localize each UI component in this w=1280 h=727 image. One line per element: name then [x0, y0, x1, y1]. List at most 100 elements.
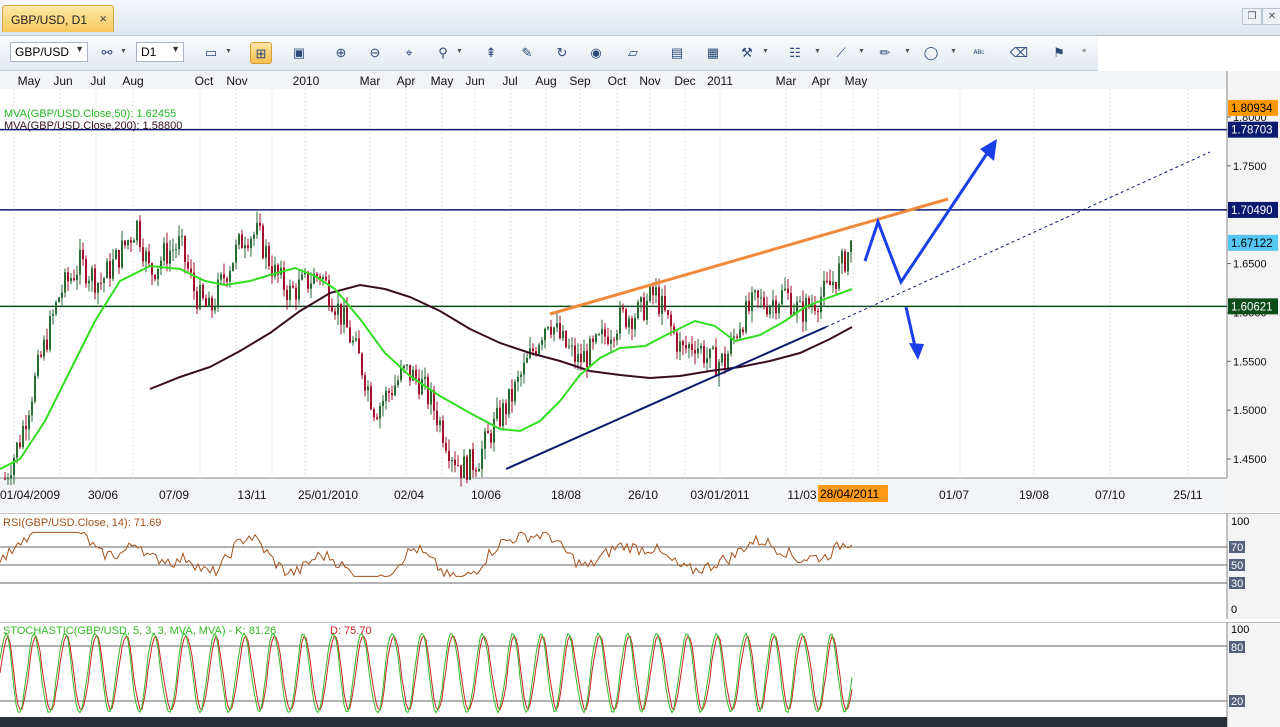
pen-icon[interactable]: ✏ — [874, 42, 896, 64]
candle-body — [292, 285, 294, 288]
candle-body — [463, 456, 465, 478]
tools-icon[interactable]: ⚒ — [736, 42, 758, 64]
image-icon[interactable]: ▤ — [666, 42, 688, 64]
timeframe-select[interactable]: D1 ▼ — [136, 42, 184, 62]
candle-body — [310, 283, 312, 289]
candle-body — [775, 300, 777, 314]
candle-body — [343, 307, 345, 325]
candle-chart-icon[interactable]: ▣ — [288, 42, 310, 64]
candle-body — [559, 323, 561, 339]
candle-body — [616, 333, 618, 341]
candle-body — [400, 368, 402, 381]
toolbar-overflow-icon[interactable]: ≡ — [1082, 48, 1086, 55]
candle-body — [652, 287, 654, 296]
rsi-tick-0: 0 — [1231, 604, 1237, 616]
candle-body — [550, 326, 552, 335]
candle-body — [115, 249, 117, 260]
text-abc-icon[interactable]: ᴬᴮᶜ — [968, 42, 990, 64]
candle-body — [442, 420, 444, 443]
candle-body — [562, 330, 564, 339]
candle-body — [445, 442, 447, 451]
candle-body — [250, 238, 252, 249]
chevron-down-icon[interactable]: ▼ — [762, 48, 769, 55]
chevron-down-icon[interactable]: ▼ — [456, 48, 463, 55]
candle-body — [553, 327, 555, 335]
candle-body — [832, 282, 834, 286]
symbol-select[interactable]: GBP/USD ▼ — [10, 42, 88, 62]
ma50-legend: MVA(GBP/USD.Close,50): 1.62455 — [4, 108, 176, 120]
globe-icon[interactable]: ◉ — [585, 42, 607, 64]
period-separator-icon[interactable]: ⇞ — [480, 42, 502, 64]
candle-body — [709, 348, 711, 359]
candle-body — [457, 464, 459, 466]
zoom-in-icon[interactable]: ⊕ — [330, 42, 352, 64]
candle-body — [91, 268, 93, 281]
candle-body — [847, 252, 849, 272]
stochastic-panel[interactable]: STOCHASTIC(GBP/USD, 5, 3, 3, MVA, MVA) -… — [0, 622, 1280, 727]
candle-body — [700, 345, 702, 349]
candle-body — [634, 317, 636, 330]
bar-chart-icon[interactable]: ⊞ — [250, 42, 272, 64]
candle-body — [52, 313, 54, 316]
candle-body — [826, 280, 828, 282]
refresh-icon[interactable]: ↻ — [551, 42, 573, 64]
candle-body — [355, 338, 357, 341]
bottom-axis-label: 07/10 — [1095, 488, 1125, 502]
line-tool-icon[interactable]: ⟋ — [830, 42, 852, 64]
candle-body — [37, 354, 39, 376]
candle-body — [334, 311, 336, 315]
candle-body — [568, 346, 570, 348]
candle-body — [565, 330, 567, 348]
restore-window-icon[interactable]: ❐ — [1242, 8, 1262, 25]
candle-body — [685, 345, 687, 349]
candle-body — [178, 236, 180, 250]
candle-body — [505, 403, 507, 415]
ruler-icon[interactable]: ▱ — [622, 42, 644, 64]
candle-body — [364, 375, 366, 391]
tab-bar: GBP/USD, D1 × ❐ ✕ — [0, 0, 1280, 36]
current-date-label: 28/04/2011 — [820, 487, 879, 501]
candle-body — [64, 272, 66, 293]
chart-style-icon[interactable]: ▭ — [200, 42, 222, 64]
candle-body — [370, 386, 372, 410]
chevron-down-icon[interactable]: ▼ — [120, 48, 127, 55]
close-window-icon[interactable]: ✕ — [1262, 8, 1280, 25]
candle-body — [109, 261, 111, 279]
price-chart[interactable]: May Jun Jul Aug Oct Nov 2010 Mar Apr May Jun Jul Aug… — [0, 71, 1280, 512]
indicators-icon[interactable]: ☷ — [784, 42, 806, 64]
candle-body — [736, 336, 738, 338]
candle-body — [571, 345, 573, 347]
objects-list-icon[interactable]: ⚑ — [1048, 42, 1070, 64]
template-icon[interactable]: ▦ — [702, 42, 724, 64]
candle-body — [574, 345, 576, 362]
ellipse-icon[interactable]: ◯ — [920, 42, 942, 64]
crosshair-icon[interactable]: ⌖ — [398, 42, 420, 64]
eraser-icon[interactable]: ⌫ — [1008, 42, 1030, 64]
chevron-down-icon[interactable]: ▼ — [858, 48, 865, 55]
candle-body — [187, 262, 189, 269]
chevron-down-icon[interactable]: ▼ — [225, 48, 232, 55]
rsi-panel[interactable]: RSI(GBP/USD.Close, 14): 71.69 100 70 50 … — [0, 513, 1280, 619]
chevron-down-icon[interactable]: ▼ — [904, 48, 911, 55]
close-tab-icon[interactable]: × — [99, 11, 107, 26]
candle-body — [409, 364, 411, 381]
candle-body — [712, 347, 714, 349]
candle-body — [166, 243, 168, 264]
candle-body — [586, 351, 588, 367]
chart-tab[interactable]: GBP/USD, D1 × — [2, 5, 114, 32]
properties-icon[interactable]: ✎ — [516, 42, 538, 64]
magnifier-icon[interactable]: ⚲ — [432, 42, 454, 64]
candle-body — [475, 470, 477, 472]
candle-body — [742, 329, 744, 333]
candle-body — [781, 290, 783, 305]
candle-body — [151, 263, 153, 275]
candle-body — [667, 310, 669, 315]
candle-body — [331, 305, 333, 312]
bottom-axis-label: 25/11 — [1173, 488, 1202, 502]
chevron-down-icon[interactable]: ▼ — [814, 48, 821, 55]
chevron-down-icon[interactable]: ▼ — [950, 48, 957, 55]
symbol-remove-icon[interactable]: ⚯ — [96, 42, 118, 64]
candle-body — [169, 250, 171, 264]
top-axis-label: Nov — [639, 74, 660, 88]
zoom-out-icon[interactable]: ⊖ — [364, 42, 386, 64]
